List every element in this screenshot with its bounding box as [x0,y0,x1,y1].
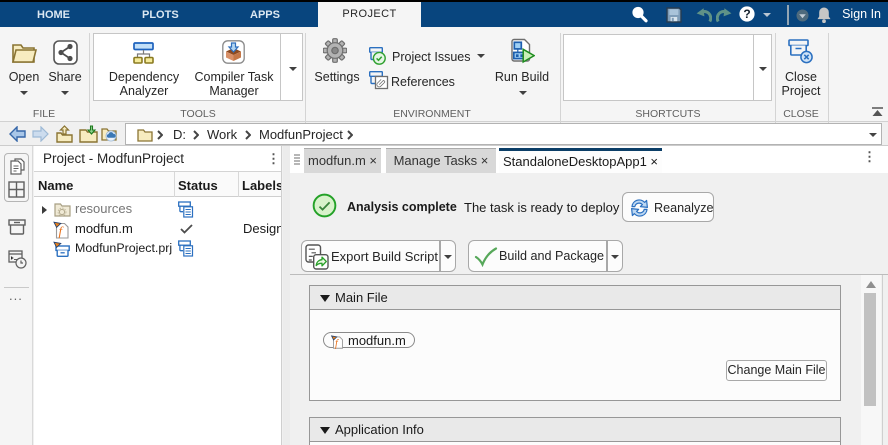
svg-text:?: ? [743,7,750,21]
